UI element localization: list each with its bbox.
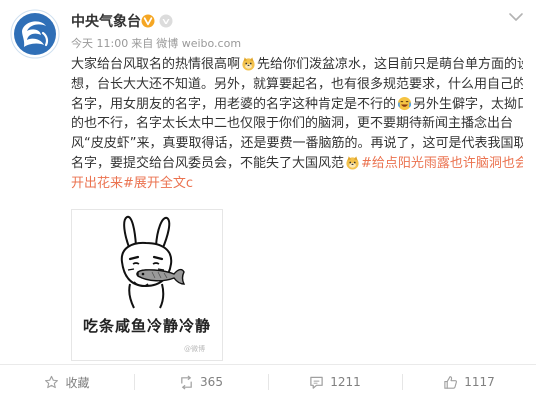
text-segment: 名字，要提交给台风委员会，不能失了大国风范 xyxy=(71,155,345,171)
chevron-down-icon[interactable] xyxy=(508,11,524,23)
weibo-post-card: 中央气象台 今天 11:00 来自 微博 weibo.com 大家给台风取名的热情很… xyxy=(0,0,536,399)
text-line: 风“皮皮虾”来，真要取得话，还是要费一番脑筋的。再说了，这可是代表我国取的 xyxy=(71,134,523,154)
post-text: 大家给台风取名的热情很高啊 先给你们泼盆凉水，这目前只是萌台单方面的设 想，台长大… xyxy=(71,55,523,194)
doge-emoji-icon xyxy=(242,57,255,71)
text-segment: 另外生僻字，太拗口 xyxy=(413,96,523,112)
post-image[interactable]: 吃条咸鱼冷静冷静 @微博 xyxy=(71,209,223,361)
post-time[interactable]: 今天 11:00 xyxy=(71,37,128,50)
text-segment: 名字，用女朋友的名字，用老婆的名字这种肯定是不行的 xyxy=(71,96,397,112)
text-segment: 先给你们泼盆凉水，这目前只是萌台单方面的设 xyxy=(257,57,523,72)
like-button[interactable]: 1117 xyxy=(402,365,536,399)
post-source[interactable]: 微博 weibo.com xyxy=(156,37,241,50)
author-name[interactable]: 中央气象台 xyxy=(71,13,141,31)
text-line: 大家给台风取名的热情很高啊 先给你们泼盆凉水，这目前只是萌台单方面的设 xyxy=(71,55,523,75)
image-watermark: @微博 xyxy=(184,345,205,353)
verified-v-icon xyxy=(141,14,155,28)
text-segment: 大家给台风取名的热情很高啊 xyxy=(71,57,241,72)
avatar[interactable] xyxy=(10,9,60,59)
comment-icon xyxy=(310,376,323,389)
repost-button[interactable]: 365 xyxy=(134,365,268,399)
favorite-label: 收藏 xyxy=(65,375,90,390)
text-segment: 想，台长大大还不知道。另外，就算要起名，也有很多规范要求，什么用自己的 xyxy=(71,76,523,92)
text-line: 的也不行，名字太长太中二也仅限于你们的脑洞，更不要期待新闻主播念出台 xyxy=(71,114,523,134)
text-segment: 风“皮皮虾”来，真要取得话，还是要费一番脑筋的。再说了，这可是代表我国取的 xyxy=(71,136,523,152)
image-caption: 吃条咸鱼冷静冷静 xyxy=(82,317,211,335)
repost-count: 365 xyxy=(200,375,223,389)
repost-icon xyxy=(181,374,192,390)
expand-full-text-chevron[interactable]: c xyxy=(186,176,193,191)
laugh-cry-emoji-icon xyxy=(397,96,412,110)
text-segment: 的也不行，名字太长太中二也仅限于你们的脑洞，更不要期待新闻主播念出台 xyxy=(71,116,514,132)
doge-emoji-icon xyxy=(346,156,359,170)
text-line: 想，台长大大还不知道。另外，就算要起名，也有很多规范要求，什么用自己的 xyxy=(71,75,523,95)
topic-link[interactable]: #给点阳光雨露也许脑洞也会 xyxy=(361,156,523,171)
post-meta: 今天 11:00 来自 微博 weibo.com xyxy=(71,37,244,51)
topic-link-continued[interactable]: 开出花来# xyxy=(71,176,134,191)
favorite-button[interactable]: 收藏 xyxy=(0,365,134,399)
star-icon xyxy=(45,375,59,388)
text-line: 开出花来#展开全文c xyxy=(71,174,523,194)
expand-full-text-link[interactable]: 展开全文 xyxy=(134,176,186,191)
text-line: 名字，用女朋友的名字，用老婆的名字这种肯定是不行的 另外生僻字，太拗口 xyxy=(71,95,523,115)
comment-count: 1211 xyxy=(330,375,361,389)
like-count: 1117 xyxy=(464,375,495,389)
source-prefix: 来自 xyxy=(131,37,154,50)
thumbs-up-icon xyxy=(444,375,458,389)
rabbit-meme-illustration xyxy=(120,215,186,309)
vip-badge-icon[interactable] xyxy=(159,14,173,28)
action-bar: 收藏 365 1211 1117 xyxy=(0,365,536,399)
text-line: 名字，要提交给台风委员会，不能失了大国风范 #给点阳光雨露也许脑洞也会 xyxy=(71,154,523,174)
comment-button[interactable]: 1211 xyxy=(268,365,402,399)
